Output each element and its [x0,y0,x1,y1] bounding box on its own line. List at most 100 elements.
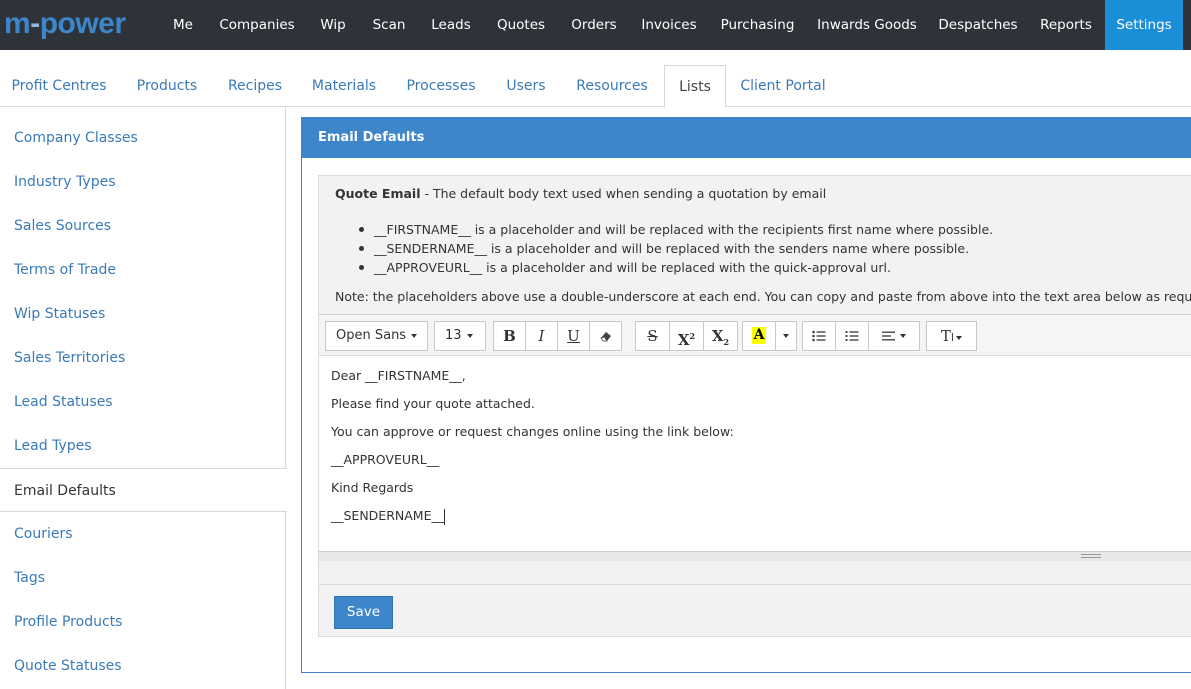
resize-handle-icon[interactable] [1081,554,1101,558]
logo-dot: - [30,7,40,40]
strikethrough-icon: S [647,327,658,345]
font-size-value: 13 [445,328,462,343]
body-line: You can approve or request changes onlin… [331,424,734,439]
sidebar-item-quote-statuses[interactable]: Quote Statuses [0,644,286,688]
italic-icon: I [538,327,545,345]
paragraph-align-dropdown[interactable] [868,321,920,351]
bold-button[interactable]: B [493,321,526,351]
subscript-button[interactable]: X2 [703,321,738,351]
nav-orders[interactable]: Orders [560,0,628,50]
editor-toolbar: Open Sans 13 B I U S X2 X2 A TI [319,315,1191,356]
underline-button[interactable]: U [557,321,590,351]
list-item: __SENDERNAME__ is a placeholder and will… [359,239,993,258]
placeholder-note: Note: the placeholders above use a doubl… [335,289,1191,304]
mpower-logo[interactable]: m-power [4,4,126,44]
italic-button[interactable]: I [525,321,558,351]
save-button[interactable]: Save [334,596,393,629]
sidebar-item-company-classes[interactable]: Company Classes [0,116,286,160]
nav-scan[interactable]: Scan [360,0,418,50]
tab-users[interactable]: Users [497,65,555,107]
email-defaults-panel: Email Defaults Quote Email - The default… [301,117,1191,673]
sidebar-item-terms-of-trade[interactable]: Terms of Trade [0,248,286,292]
highlight-icon: A [752,327,766,344]
text-cursor-icon: I [950,331,955,344]
logo-text: power [39,7,126,40]
body-line-text: __SENDERNAME__ [331,508,444,523]
nav-despatches[interactable]: Despatches [929,0,1027,50]
list-item: __FIRSTNAME__ is a placeholder and will … [359,220,993,239]
text-size-dropdown[interactable]: TI [926,321,977,351]
nav-reports[interactable]: Reports [1029,0,1103,50]
subscript-icon: X2 [711,327,730,347]
placeholder-list: __FIRSTNAME__ is a placeholder and will … [359,220,993,277]
list-item: __APPROVEURL__ is a placeholder and will… [359,258,993,277]
chevron-down-icon [956,335,963,340]
chevron-down-icon [900,333,906,338]
sidebar-item-lead-types[interactable]: Lead Types [0,424,286,468]
font-family-value: Open Sans [336,328,407,343]
lists-sidebar: Company Classes Industry Types Sales Sou… [0,107,287,689]
quote-email-section: Quote Email - The default body text used… [318,175,1191,637]
align-left-icon [882,331,895,340]
sidebar-item-sales-territories[interactable]: Sales Territories [0,336,286,380]
top-navbar: m-power Me Companies Wip Scan Leads Quot… [0,0,1191,50]
tab-recipes[interactable]: Recipes [220,65,290,107]
nav-settings[interactable]: Settings [1105,0,1183,50]
panel-title: Email Defaults [302,118,1191,158]
underline-icon: U [567,327,580,345]
tab-lists[interactable]: Lists [664,65,726,108]
superscript-icon: X2 [677,331,696,349]
numbered-list-icon [845,330,859,341]
sidebar-item-lead-statuses[interactable]: Lead Statuses [0,380,286,424]
tab-profit-centres[interactable]: Profit Centres [4,65,114,107]
bullet-list-button[interactable] [802,321,836,351]
body-line: Please find your quote attached. [331,396,535,411]
chevron-down-icon [411,333,418,338]
bold-icon: B [503,327,516,345]
clear-format-button[interactable] [589,321,622,351]
sidebar-item-industry-types[interactable]: Industry Types [0,160,286,204]
sidebar-item-email-defaults[interactable]: Email Defaults [0,468,287,512]
font-family-dropdown[interactable]: Open Sans [325,321,428,351]
sidebar-item-wip-statuses[interactable]: Wip Statuses [0,292,286,336]
nav-inwards-goods[interactable]: Inwards Goods [807,0,927,50]
nav-quotes[interactable]: Quotes [484,0,558,50]
tab-products[interactable]: Products [126,65,208,107]
chevron-down-icon [466,333,473,338]
nav-invoices[interactable]: Invoices [630,0,708,50]
highlight-color-button[interactable]: A [742,321,776,351]
sidebar-item-profile-products[interactable]: Profile Products [0,600,286,644]
tab-client-portal[interactable]: Client Portal [736,65,830,107]
body-line: __APPROVEURL__ [331,452,440,467]
tab-materials[interactable]: Materials [304,65,384,107]
settings-tabs: Profit Centres Products Recipes Material… [0,50,1191,108]
logo-m: m [4,7,31,40]
text-size-icon: T [940,327,951,345]
numbered-list-button[interactable] [835,321,869,351]
body-line: Dear __FIRSTNAME__, [331,368,466,383]
editor-resize-bar[interactable] [319,551,1191,561]
strikethrough-button[interactable]: S [635,321,670,351]
highlight-color-dropdown[interactable] [775,321,797,351]
quote-email-subtext: - The default body text used when sendin… [420,186,827,201]
tab-resources[interactable]: Resources [568,65,656,107]
sidebar-item-couriers[interactable]: Couriers [0,512,286,556]
sidebar-item-tags[interactable]: Tags [0,556,286,600]
superscript-button[interactable]: X2 [669,321,704,351]
eraser-icon [599,331,611,341]
nav-companies[interactable]: Companies [208,0,306,50]
sidebar-item-sales-sources[interactable]: Sales Sources [0,204,286,248]
nav-purchasing[interactable]: Purchasing [710,0,805,50]
nav-me[interactable]: Me [160,0,206,50]
chevron-down-icon [783,333,789,338]
text-cursor [443,508,445,525]
body-line-with-cursor: __SENDERNAME__ [331,507,734,535]
nav-wip[interactable]: Wip [308,0,358,50]
font-size-dropdown[interactable]: 13 [434,321,486,351]
quote-email-description: Quote Email - The default body text used… [335,186,826,201]
nav-leads[interactable]: Leads [420,0,482,50]
form-footer: Save [319,584,1191,638]
quote-email-heading: Quote Email [335,186,421,201]
email-body-textarea[interactable]: Dear __FIRSTNAME__, Please find your quo… [331,367,734,535]
tab-processes[interactable]: Processes [398,65,484,107]
